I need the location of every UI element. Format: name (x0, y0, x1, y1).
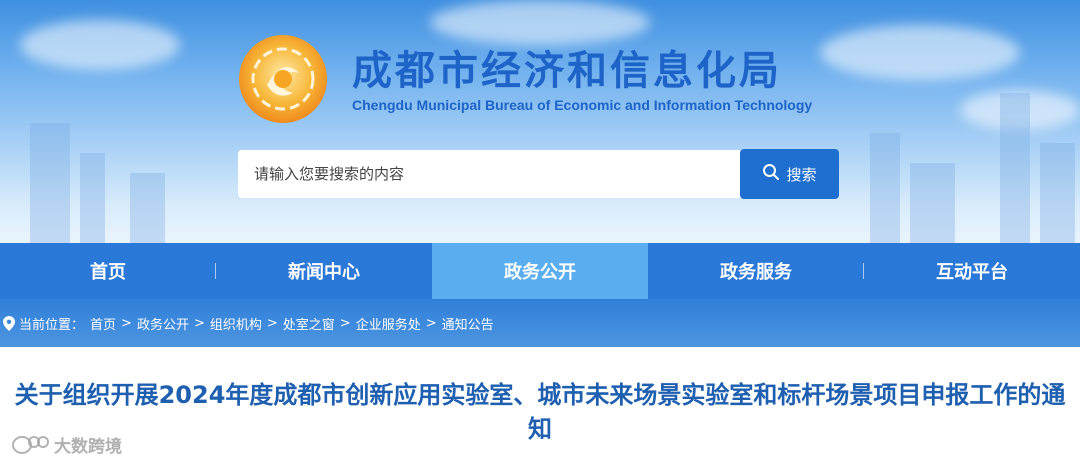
breadcrumb-link[interactable]: 首页 (90, 314, 116, 333)
skyline-building (870, 133, 900, 243)
breadcrumb: 当前位置： 首页 > 政务公开 > 组织机构 > 处室之窗 > 企业服务处 > … (0, 299, 1080, 347)
breadcrumb-separator: > (121, 315, 132, 331)
breadcrumb-prefix: 当前位置： (19, 317, 85, 333)
skyline-building (80, 153, 105, 243)
nav-item-home[interactable]: 首页 (0, 243, 216, 299)
article-title: 关于组织开展2024年度成都市创新应用实验室、城市未来场景实验室和标杆场景项目申… (14, 381, 1066, 443)
nav-item-services[interactable]: 政务服务 (648, 243, 864, 299)
main-nav: 首页 新闻中心 政务公开 政务服务 互动平台 (0, 243, 1080, 299)
nav-item-interaction[interactable]: 互动平台 (864, 243, 1080, 299)
nav-item-label: 政务公开 (504, 262, 576, 283)
watermark: 大数跨境 (10, 432, 122, 457)
nav-item-label: 首页 (90, 262, 126, 283)
skyline-building (1040, 143, 1075, 243)
skyline-building (910, 163, 955, 243)
breadcrumb-link[interactable]: 处室之窗 (283, 314, 335, 333)
nav-item-news[interactable]: 新闻中心 (216, 243, 432, 299)
search-button-label: 搜索 (786, 165, 817, 184)
cloud-decoration (820, 25, 1020, 80)
skyline-building (130, 173, 165, 243)
skyline-building (1000, 93, 1030, 243)
site-header: 成都市经济和信息化局 Chengdu Municipal Bureau of E… (0, 0, 1080, 243)
location-pin-icon (3, 315, 15, 331)
breadcrumb-separator: > (339, 315, 351, 331)
skyline-building (30, 123, 70, 243)
watermark-text: 大数跨境 (54, 437, 122, 457)
breadcrumb-separator: > (425, 315, 437, 331)
breadcrumb-separator: > (266, 315, 278, 331)
nav-item-label: 互动平台 (936, 262, 1008, 283)
nav-item-label: 新闻中心 (288, 262, 360, 283)
search-box (238, 150, 742, 198)
nav-item-government-affairs[interactable]: 政务公开 (432, 243, 648, 299)
phoenix-emblem-icon[interactable] (237, 33, 329, 125)
site-title: 成都市经济和信息化局 (352, 48, 782, 94)
cloud-decoration (20, 20, 180, 70)
breadcrumb-separator: > (193, 315, 205, 331)
breadcrumb-link[interactable]: 组织机构 (210, 314, 262, 333)
search-button[interactable]: 搜索 (740, 149, 839, 199)
breadcrumb-link[interactable]: 政务公开 (137, 314, 189, 333)
breadcrumb-link[interactable]: 通知公告 (442, 314, 494, 333)
site-subtitle: Chengdu Municipal Bureau of Economic and… (352, 97, 813, 113)
search-input[interactable] (238, 150, 742, 198)
breadcrumb-link[interactable]: 企业服务处 (356, 314, 421, 333)
nav-item-label: 政务服务 (720, 262, 792, 283)
wechat-logo-icon (10, 434, 50, 456)
search-icon (762, 163, 780, 185)
